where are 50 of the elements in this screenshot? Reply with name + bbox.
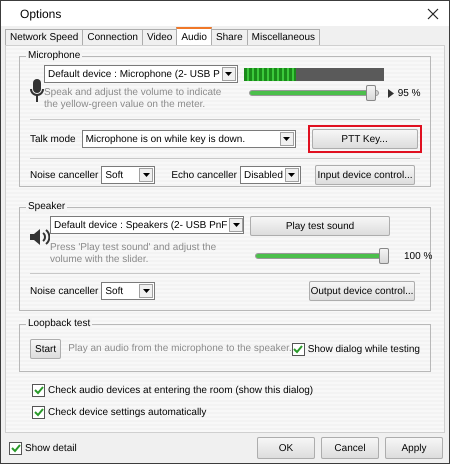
checkbox[interactable]: Show detail <box>9 442 77 454</box>
dialog-button[interactable]: Cancel <box>321 437 379 459</box>
ptt-key-button[interactable]: PTT Key... <box>312 129 418 149</box>
output-device-button[interactable]: Output device control... <box>309 281 415 301</box>
play-test-sound-button[interactable]: Play test sound <box>250 216 390 236</box>
noise-canceller-dropdown[interactable]: Soft <box>101 166 156 184</box>
dropdown-arrow-icon <box>288 173 296 177</box>
check-icon <box>10 444 20 452</box>
dialog-button[interactable]: Apply <box>385 437 443 459</box>
dropdown-arrow-icon <box>232 223 240 227</box>
check-icon <box>34 408 44 417</box>
slider-thumb[interactable] <box>379 248 389 264</box>
talk-mode-dropdown[interactable]: Microphone is on while key is down. <box>82 130 296 148</box>
noise-canceller-dropdown[interactable]: Soft <box>101 282 156 300</box>
dropdown-arrow-icon <box>142 173 150 177</box>
field-label: Talk mode <box>30 134 76 144</box>
tab[interactable]: Network Speed <box>5 29 84 45</box>
play-arrow-icon <box>388 88 394 98</box>
group-title: Speaker <box>26 201 68 212</box>
field-label: Noise canceller <box>30 170 98 180</box>
volume-reading: 100 % <box>404 250 432 262</box>
description-text: Play an audio from the microphone to the speaker. <box>68 343 292 355</box>
check-icon <box>293 344 304 354</box>
group-title: Microphone <box>26 50 82 61</box>
speaker-icon <box>30 228 50 246</box>
field-label: Echo canceller <box>171 170 237 180</box>
hint-text: Speak and adjust the volume to indicate the yellow-green value on the meter. <box>44 87 222 111</box>
tab[interactable]: Miscellaneous <box>246 29 320 45</box>
dropdown-arrow-icon <box>142 289 150 293</box>
dropdown-arrow-icon <box>225 72 232 76</box>
checkbox[interactable]: Check audio devices at entering the room (show this dialog) <box>32 384 431 397</box>
check-icon <box>34 386 44 395</box>
dialog-button[interactable]: OK <box>257 437 315 459</box>
device-dropdown[interactable]: Default device : Speakers (2- USB PnF <box>50 216 244 234</box>
volume-reading: 95 % <box>398 88 421 98</box>
device-dropdown[interactable]: Default device : Microphone (2- USB P <box>44 65 238 83</box>
dropdown-arrow-icon <box>283 137 290 141</box>
start-button[interactable]: Start <box>30 339 62 359</box>
checkbox[interactable]: Check device settings automatically <box>32 406 431 419</box>
slider-thumb[interactable] <box>366 85 376 101</box>
input-device-button[interactable]: Input device control... <box>315 165 415 185</box>
microphone-icon <box>30 79 44 103</box>
tab[interactable]: Audio <box>176 27 212 45</box>
window-title: Options <box>20 6 62 20</box>
field-label: Noise canceller <box>30 286 98 296</box>
checkbox[interactable]: Show dialog while testing <box>292 342 420 356</box>
close-icon[interactable] <box>427 8 439 20</box>
echo-canceller-dropdown[interactable]: Disabled <box>240 166 301 184</box>
hint-text: Press 'Play test sound' and adjust the volume with the slider. <box>50 242 218 266</box>
group-title: Loopback test <box>26 318 92 329</box>
